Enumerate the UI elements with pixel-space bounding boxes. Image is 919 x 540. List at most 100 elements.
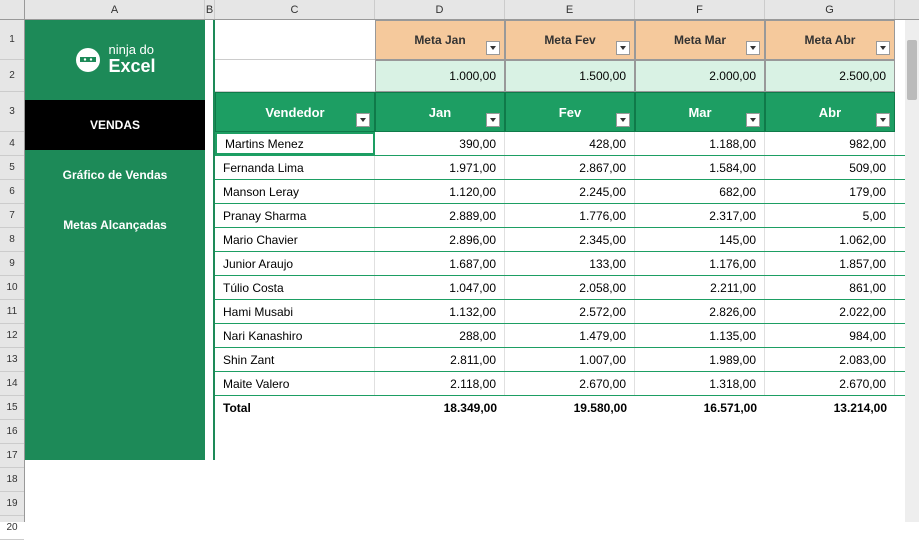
value-cell[interactable]: 2.670,00 (505, 372, 635, 395)
filter-icon[interactable] (876, 113, 890, 127)
value-cell[interactable]: 179,00 (765, 180, 895, 203)
value-cell[interactable]: 1.584,00 (635, 156, 765, 179)
col-header-b[interactable]: B (205, 0, 215, 19)
nav-item-grafico[interactable]: Gráfico de Vendas (25, 150, 205, 200)
header-jan[interactable]: Jan (375, 92, 505, 132)
value-cell[interactable]: 1.687,00 (375, 252, 505, 275)
col-header-e[interactable]: E (505, 0, 635, 19)
meta-jan-val[interactable]: 1.000,00 (375, 60, 505, 92)
row-header-3[interactable]: 3 (0, 92, 24, 132)
row-header-2[interactable]: 2 (0, 60, 24, 92)
row-header-9[interactable]: 9 (0, 252, 24, 276)
value-cell[interactable]: 145,00 (635, 228, 765, 251)
nav-item-metas[interactable]: Metas Alcançadas (25, 200, 205, 250)
meta-abr-val[interactable]: 2.500,00 (765, 60, 895, 92)
vendor-name-cell[interactable]: Shin Zant (215, 348, 375, 371)
value-cell[interactable]: 1.188,00 (635, 132, 765, 155)
value-cell[interactable]: 2.211,00 (635, 276, 765, 299)
total-jan[interactable]: 18.349,00 (375, 396, 505, 420)
value-cell[interactable]: 2.867,00 (505, 156, 635, 179)
value-cell[interactable]: 982,00 (765, 132, 895, 155)
scroll-thumb[interactable] (907, 40, 917, 100)
vendor-name-cell[interactable]: Manson Leray (215, 180, 375, 203)
value-cell[interactable]: 2.811,00 (375, 348, 505, 371)
value-cell[interactable]: 2.826,00 (635, 300, 765, 323)
meta-fev-val[interactable]: 1.500,00 (505, 60, 635, 92)
value-cell[interactable]: 1.776,00 (505, 204, 635, 227)
row-header-11[interactable]: 11 (0, 300, 24, 324)
value-cell[interactable]: 2.058,00 (505, 276, 635, 299)
total-abr[interactable]: 13.214,00 (765, 396, 895, 420)
row-header-18[interactable]: 18 (0, 468, 24, 492)
filter-icon[interactable] (746, 113, 760, 127)
value-cell[interactable]: 1.047,00 (375, 276, 505, 299)
filter-icon[interactable] (616, 113, 630, 127)
grid[interactable]: www.ninjadoexcel.com.br ninja do Excel V… (25, 20, 919, 522)
meta-jan-header[interactable]: Meta Jan (375, 20, 505, 60)
value-cell[interactable]: 133,00 (505, 252, 635, 275)
vendor-name-cell[interactable]: Junior Araujo (215, 252, 375, 275)
vendor-name-cell[interactable]: Hami Musabi (215, 300, 375, 323)
header-fev[interactable]: Fev (505, 92, 635, 132)
value-cell[interactable]: 2.245,00 (505, 180, 635, 203)
header-mar[interactable]: Mar (635, 92, 765, 132)
vendor-name-cell[interactable]: Nari Kanashiro (215, 324, 375, 347)
value-cell[interactable]: 1.135,00 (635, 324, 765, 347)
row-header-4[interactable]: 4 (0, 132, 24, 156)
value-cell[interactable]: 1.857,00 (765, 252, 895, 275)
row-header-14[interactable]: 14 (0, 372, 24, 396)
row-header-1[interactable]: 1 (0, 20, 24, 60)
row-header-6[interactable]: 6 (0, 180, 24, 204)
value-cell[interactable]: 861,00 (765, 276, 895, 299)
row-header-15[interactable]: 15 (0, 396, 24, 420)
row-header-17[interactable]: 17 (0, 444, 24, 468)
col-header-f[interactable]: F (635, 0, 765, 19)
vendor-name-cell[interactable]: Pranay Sharma (215, 204, 375, 227)
value-cell[interactable]: 5,00 (765, 204, 895, 227)
value-cell[interactable]: 509,00 (765, 156, 895, 179)
vendor-name-cell[interactable]: Túlio Costa (215, 276, 375, 299)
value-cell[interactable]: 1.176,00 (635, 252, 765, 275)
value-cell[interactable]: 984,00 (765, 324, 895, 347)
meta-fev-header[interactable]: Meta Fev (505, 20, 635, 60)
value-cell[interactable]: 1.120,00 (375, 180, 505, 203)
meta-mar-val[interactable]: 2.000,00 (635, 60, 765, 92)
value-cell[interactable]: 2.889,00 (375, 204, 505, 227)
vertical-scrollbar[interactable] (905, 20, 919, 522)
row-header-5[interactable]: 5 (0, 156, 24, 180)
meta-val-blank[interactable] (215, 60, 375, 92)
total-fev[interactable]: 19.580,00 (505, 396, 635, 420)
row-header-16[interactable]: 16 (0, 420, 24, 444)
value-cell[interactable]: 1.132,00 (375, 300, 505, 323)
row-header-12[interactable]: 12 (0, 324, 24, 348)
value-cell[interactable]: 2.022,00 (765, 300, 895, 323)
row-header-10[interactable]: 10 (0, 276, 24, 300)
meta-mar-header[interactable]: Meta Mar (635, 20, 765, 60)
vendor-name-cell[interactable]: Martins Menez (215, 132, 375, 155)
filter-icon[interactable] (876, 41, 890, 55)
total-mar[interactable]: 16.571,00 (635, 396, 765, 420)
row-header-7[interactable]: 7 (0, 204, 24, 228)
value-cell[interactable]: 390,00 (375, 132, 505, 155)
col-header-c[interactable]: C (215, 0, 375, 19)
filter-icon[interactable] (486, 113, 500, 127)
row-header-13[interactable]: 13 (0, 348, 24, 372)
value-cell[interactable]: 2.083,00 (765, 348, 895, 371)
header-abr[interactable]: Abr (765, 92, 895, 132)
total-label[interactable]: Total (215, 396, 375, 420)
value-cell[interactable]: 2.317,00 (635, 204, 765, 227)
vendor-name-cell[interactable]: Mario Chavier (215, 228, 375, 251)
vendor-name-cell[interactable]: Fernanda Lima (215, 156, 375, 179)
col-header-d[interactable]: D (375, 0, 505, 19)
meta-blank[interactable] (215, 20, 375, 60)
value-cell[interactable]: 2.572,00 (505, 300, 635, 323)
value-cell[interactable]: 1.989,00 (635, 348, 765, 371)
value-cell[interactable]: 288,00 (375, 324, 505, 347)
value-cell[interactable]: 1.007,00 (505, 348, 635, 371)
value-cell[interactable]: 1.971,00 (375, 156, 505, 179)
filter-icon[interactable] (616, 41, 630, 55)
value-cell[interactable]: 428,00 (505, 132, 635, 155)
value-cell[interactable]: 1.318,00 (635, 372, 765, 395)
filter-icon[interactable] (356, 113, 370, 127)
select-all-corner[interactable] (0, 0, 24, 20)
